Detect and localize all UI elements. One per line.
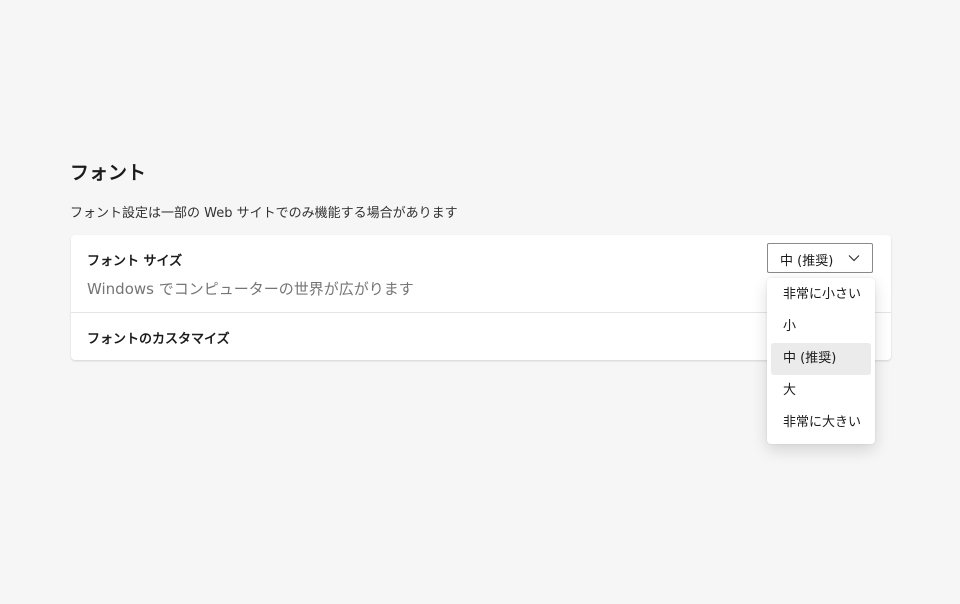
- font-size-preview-text: Windows でコンピューターの世界が広がります: [87, 280, 414, 298]
- section-description: フォント設定は一部の Web サイトでのみ機能する場合があります: [70, 206, 458, 221]
- font-size-option-small[interactable]: 小: [771, 311, 871, 343]
- chevron-down-icon: [848, 255, 860, 262]
- font-size-dropdown-menu: 非常に小さい 小 中 (推奨) 大 非常に大きい: [767, 278, 875, 444]
- font-size-option-medium[interactable]: 中 (推奨): [771, 343, 871, 375]
- font-size-select[interactable]: 中 (推奨): [767, 243, 873, 273]
- font-size-title: フォント サイズ: [87, 254, 183, 269]
- font-size-option-extra-large[interactable]: 非常に大きい: [771, 407, 871, 439]
- customize-fonts-title: フォントのカスタマイズ: [87, 332, 230, 347]
- font-size-option-large[interactable]: 大: [771, 375, 871, 407]
- section-title: フォント: [70, 162, 147, 184]
- font-size-selected-value: 中 (推奨): [780, 254, 834, 269]
- font-size-option-extra-small[interactable]: 非常に小さい: [771, 279, 871, 311]
